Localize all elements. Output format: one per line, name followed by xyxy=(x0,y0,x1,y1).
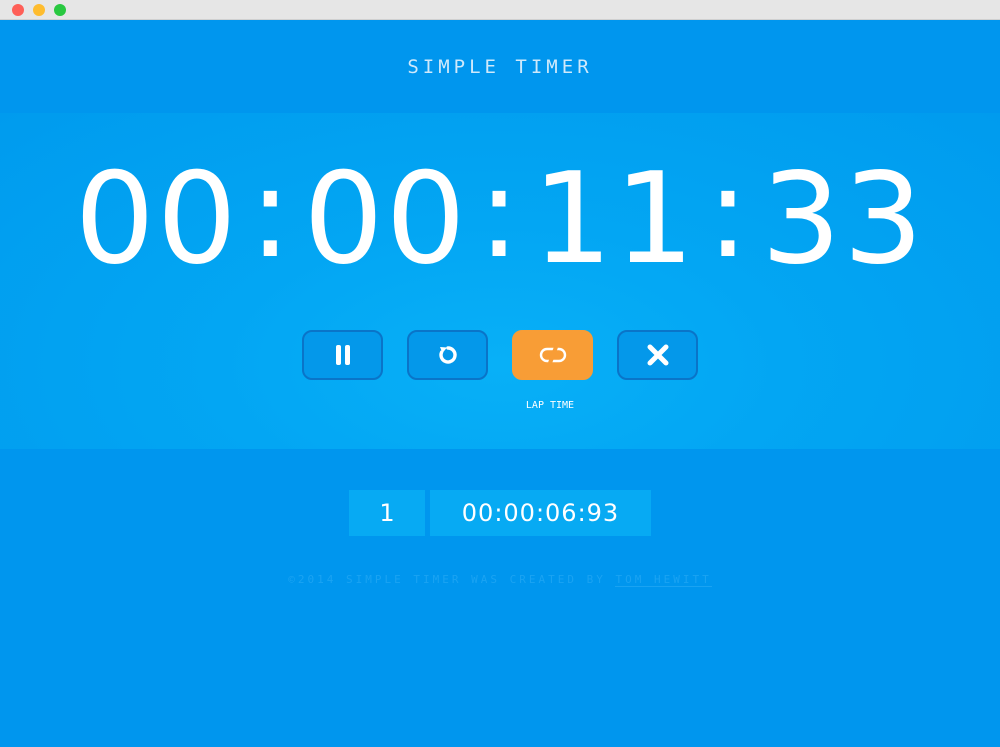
footer: ©2014 SIMPLE TIMER WAS CREATED BY TOM HE… xyxy=(0,573,1000,587)
pause-icon xyxy=(335,345,350,365)
footer-text: ©2014 SIMPLE TIMER WAS CREATED BY xyxy=(288,573,606,586)
clear-button[interactable] xyxy=(617,330,698,380)
reset-icon xyxy=(438,346,457,364)
timer-separator: : xyxy=(248,138,294,286)
close-icon xyxy=(647,344,668,366)
minimize-window-button[interactable] xyxy=(33,4,45,16)
maximize-window-button[interactable] xyxy=(54,4,66,16)
timer-display: 00 : 00 : 11 : 33 xyxy=(0,139,1000,292)
timer-separator: : xyxy=(706,138,752,286)
timer-minutes: 00 xyxy=(303,144,468,292)
timer-seconds: 11 xyxy=(532,144,697,292)
author-link[interactable]: TOM HEWITT xyxy=(615,573,712,587)
timer-separator: : xyxy=(477,138,523,286)
timer-hours: 00 xyxy=(74,144,239,292)
lap-time-label: LAP TIME xyxy=(525,400,575,411)
app-title: SIMPLE TIMER xyxy=(407,56,593,78)
reset-button[interactable] xyxy=(407,330,488,380)
timer-panel: 00 : 00 : 11 : 33 LAP TIME xyxy=(0,113,1000,449)
page: SIMPLE TIMER 00 : 00 : 11 : 33 LAP TIME … xyxy=(0,20,1000,747)
pause-button[interactable] xyxy=(302,330,383,380)
close-window-button[interactable] xyxy=(12,4,24,16)
timer-centiseconds: 33 xyxy=(761,144,926,292)
lap-time: 00:00:06:93 xyxy=(430,490,651,536)
window-titlebar xyxy=(0,0,1000,20)
lap-button[interactable] xyxy=(512,330,593,380)
link-icon xyxy=(539,346,566,364)
lap-number: 1 xyxy=(349,490,425,536)
timer-controls xyxy=(302,330,698,380)
